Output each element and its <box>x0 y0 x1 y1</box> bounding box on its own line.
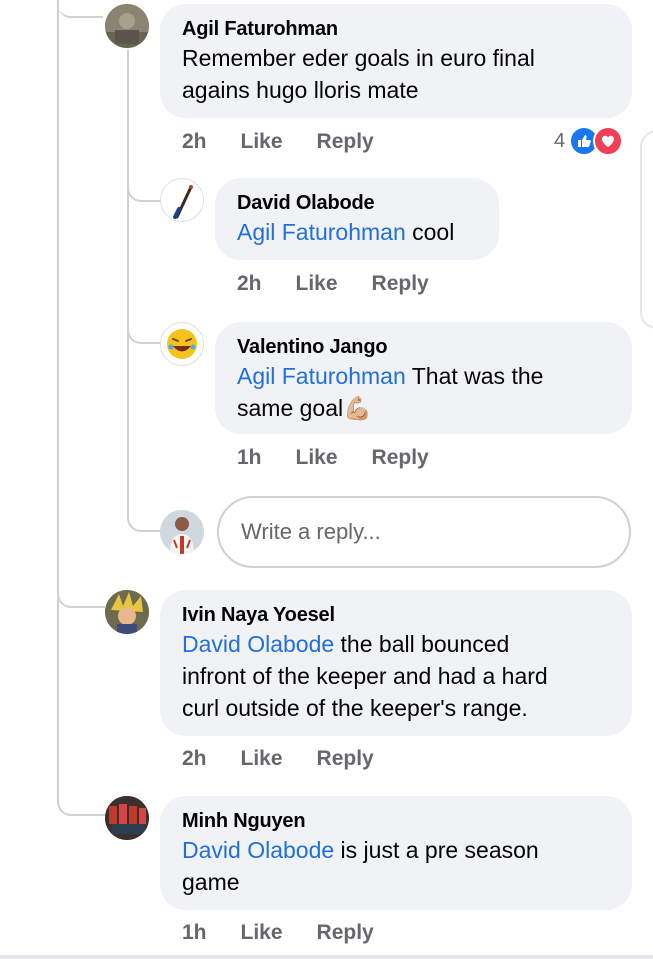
comment-actions-valentino: 1h Like Reply <box>237 446 429 470</box>
reply-button[interactable]: Reply <box>317 921 374 945</box>
timestamp[interactable]: 1h <box>237 446 262 470</box>
comment-text-line: David Olabode the ball bounced <box>182 628 610 660</box>
comment-text-line: infront of the keeper and had a hard <box>182 663 548 689</box>
avatar-agil[interactable] <box>105 4 149 48</box>
avatar-ivin-image <box>105 590 149 634</box>
comment-author-valentino[interactable]: Valentino Jango <box>237 334 610 360</box>
comment-text-ivin: David Olabode the ball bounced infront o… <box>182 628 610 724</box>
flexed-biceps-emoji-icon: 💪🏼 <box>343 395 372 421</box>
like-button[interactable]: Like <box>241 747 283 771</box>
comment-actions-ivin: 2h Like Reply <box>182 747 374 771</box>
comment-text-content: cool <box>412 219 455 245</box>
reply-button[interactable]: Reply <box>372 446 429 470</box>
comment-text-line: agains hugo lloris mate <box>182 77 419 103</box>
comment-bubble-david: David Olabode Agil Faturohman cool <box>215 178 499 260</box>
timestamp[interactable]: 2h <box>182 130 207 154</box>
bottom-divider <box>0 955 653 959</box>
comment-text-line: curl outside of the keeper's range. <box>182 695 528 721</box>
love-icon <box>593 126 624 156</box>
reply-button[interactable]: Reply <box>317 747 374 771</box>
mention-link[interactable]: David Olabode <box>182 631 334 657</box>
comment-bubble-minh: Minh Nguyen David Olabode is just a pre … <box>160 796 632 910</box>
comment-bubble-valentino: Valentino Jango Agil Faturohman That was… <box>215 322 632 434</box>
avatar-agil-image <box>105 4 149 48</box>
comment-actions-agil: 2h Like Reply <box>182 130 374 154</box>
comment-text-content: That was the <box>411 363 544 389</box>
comment-text-valentino: Agil Faturohman That was the same goal💪🏼 <box>237 360 610 424</box>
comment-author-agil[interactable]: Agil Faturohman <box>182 16 610 42</box>
comment-author-david[interactable]: David Olabode <box>237 190 477 216</box>
comment-text-line: Agil Faturohman That was the <box>237 360 610 392</box>
thread-connector-top <box>57 0 103 18</box>
reaction-count: 4 <box>554 129 566 152</box>
side-panel-edge <box>640 130 653 329</box>
comment-text-content: is just a pre season <box>334 837 539 863</box>
comment-actions-minh: 1h Like Reply <box>182 921 374 945</box>
thread-line-main <box>57 0 59 800</box>
avatar-david-image <box>173 185 193 219</box>
reply-button[interactable]: Reply <box>372 272 429 296</box>
avatar-valentino[interactable] <box>160 322 204 366</box>
timestamp[interactable]: 2h <box>237 272 262 296</box>
avatar-minh-image <box>105 796 149 840</box>
like-button[interactable]: Like <box>296 446 338 470</box>
thread-connector-valentino <box>127 320 161 344</box>
thread-connector-reply-input <box>127 500 161 532</box>
thread-line-replies <box>127 50 129 510</box>
comment-text-content: same goal <box>237 395 344 421</box>
comment-text-line: same goal💪🏼 <box>237 392 610 424</box>
thread-connector-ivin <box>57 560 105 608</box>
mention-link[interactable]: Agil Faturohman <box>237 363 406 389</box>
like-button[interactable]: Like <box>241 130 283 154</box>
comment-text-line: David Olabode is just a pre season <box>182 834 610 866</box>
comment-text-david: Agil Faturohman cool <box>237 216 477 248</box>
avatar-minh[interactable] <box>105 796 149 840</box>
reply-input[interactable]: Write a reply... <box>217 496 631 568</box>
mention-link[interactable]: David Olabode <box>182 837 334 863</box>
current-user-image <box>160 510 204 554</box>
reply-input-placeholder: Write a reply... <box>241 519 381 544</box>
reply-button[interactable]: Reply <box>317 130 374 154</box>
comment-author-ivin[interactable]: Ivin Naya Yoesel <box>182 602 610 628</box>
timestamp[interactable]: 1h <box>182 921 207 945</box>
comment-text-agil: Remember eder goals in euro final agains… <box>182 42 610 106</box>
comment-text-line: game <box>182 869 240 895</box>
comment-text-line: Remember eder goals in euro final <box>182 45 535 71</box>
avatar-ivin[interactable] <box>105 590 149 634</box>
thread-connector-david <box>127 170 161 202</box>
laughing-emoji-icon <box>167 329 197 359</box>
comment-author-minh[interactable]: Minh Nguyen <box>182 808 610 834</box>
mention-link[interactable]: Agil Faturohman <box>237 219 406 245</box>
reaction-summary-agil[interactable]: 4 <box>554 126 624 156</box>
avatar-current-user <box>160 510 204 554</box>
comment-text-minh: David Olabode is just a pre season game <box>182 834 610 898</box>
comment-bubble-agil: Agil Faturohman Remember eder goals in e… <box>160 4 632 118</box>
avatar-david[interactable] <box>160 178 204 222</box>
like-button[interactable]: Like <box>241 921 283 945</box>
comment-text-content: the ball bounced <box>334 631 510 657</box>
like-button[interactable]: Like <box>296 272 338 296</box>
comment-actions-david: 2h Like Reply <box>237 272 429 296</box>
thread-connector-minh <box>57 760 105 816</box>
timestamp[interactable]: 2h <box>182 747 207 771</box>
comment-bubble-ivin: Ivin Naya Yoesel David Olabode the ball … <box>160 590 632 736</box>
